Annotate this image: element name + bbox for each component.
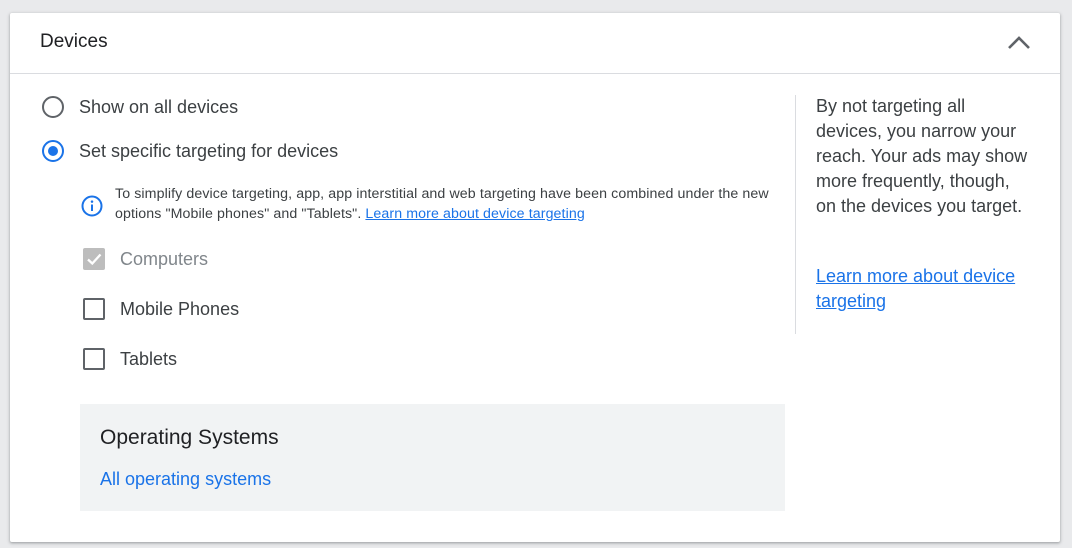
checkbox-label-computers: Computers	[120, 248, 209, 269]
checkbox-computers[interactable]: Computers	[83, 248, 208, 270]
checkbox-checked-disabled[interactable]	[83, 248, 105, 270]
card-title: Devices	[40, 31, 108, 52]
checkbox-unchecked[interactable]	[83, 298, 105, 320]
learn-more-link-sidebar[interactable]: Learn more about device targeting	[816, 264, 1031, 314]
checkbox-unchecked[interactable]	[83, 348, 105, 370]
radio-specific-targeting[interactable]: Set specific targeting for devices	[42, 140, 338, 162]
radio-button-checked[interactable]	[42, 140, 64, 162]
sidebar-help-text: By not targeting all devices, you narrow…	[816, 96, 1028, 216]
vertical-divider	[795, 95, 796, 334]
info-icon	[80, 194, 104, 218]
radio-label-all-devices: Show on all devices	[79, 96, 239, 117]
operating-systems-title: Operating Systems	[100, 426, 279, 449]
checkbox-label-mobile-phones: Mobile Phones	[120, 298, 240, 319]
checkbox-mobile-phones[interactable]: Mobile Phones	[83, 298, 239, 320]
learn-more-link-inline[interactable]: Learn more about device targeting	[365, 206, 584, 222]
radio-button-unchecked[interactable]	[42, 96, 64, 118]
card-header[interactable]: Devices	[10, 13, 1060, 74]
operating-systems-panel: Operating Systems All operating systems	[80, 404, 785, 511]
radio-show-all-devices[interactable]: Show on all devices	[42, 96, 238, 118]
info-text: To simplify device targeting, app, app i…	[115, 184, 780, 224]
radio-label-specific: Set specific targeting for devices	[79, 140, 339, 161]
chevron-up-icon[interactable]	[1006, 31, 1032, 55]
devices-card: Devices Show on all devices Set specific…	[10, 13, 1060, 542]
checkbox-label-tablets: Tablets	[120, 348, 178, 369]
all-operating-systems-link[interactable]: All operating systems	[100, 469, 271, 490]
checkbox-tablets[interactable]: Tablets	[83, 348, 177, 370]
